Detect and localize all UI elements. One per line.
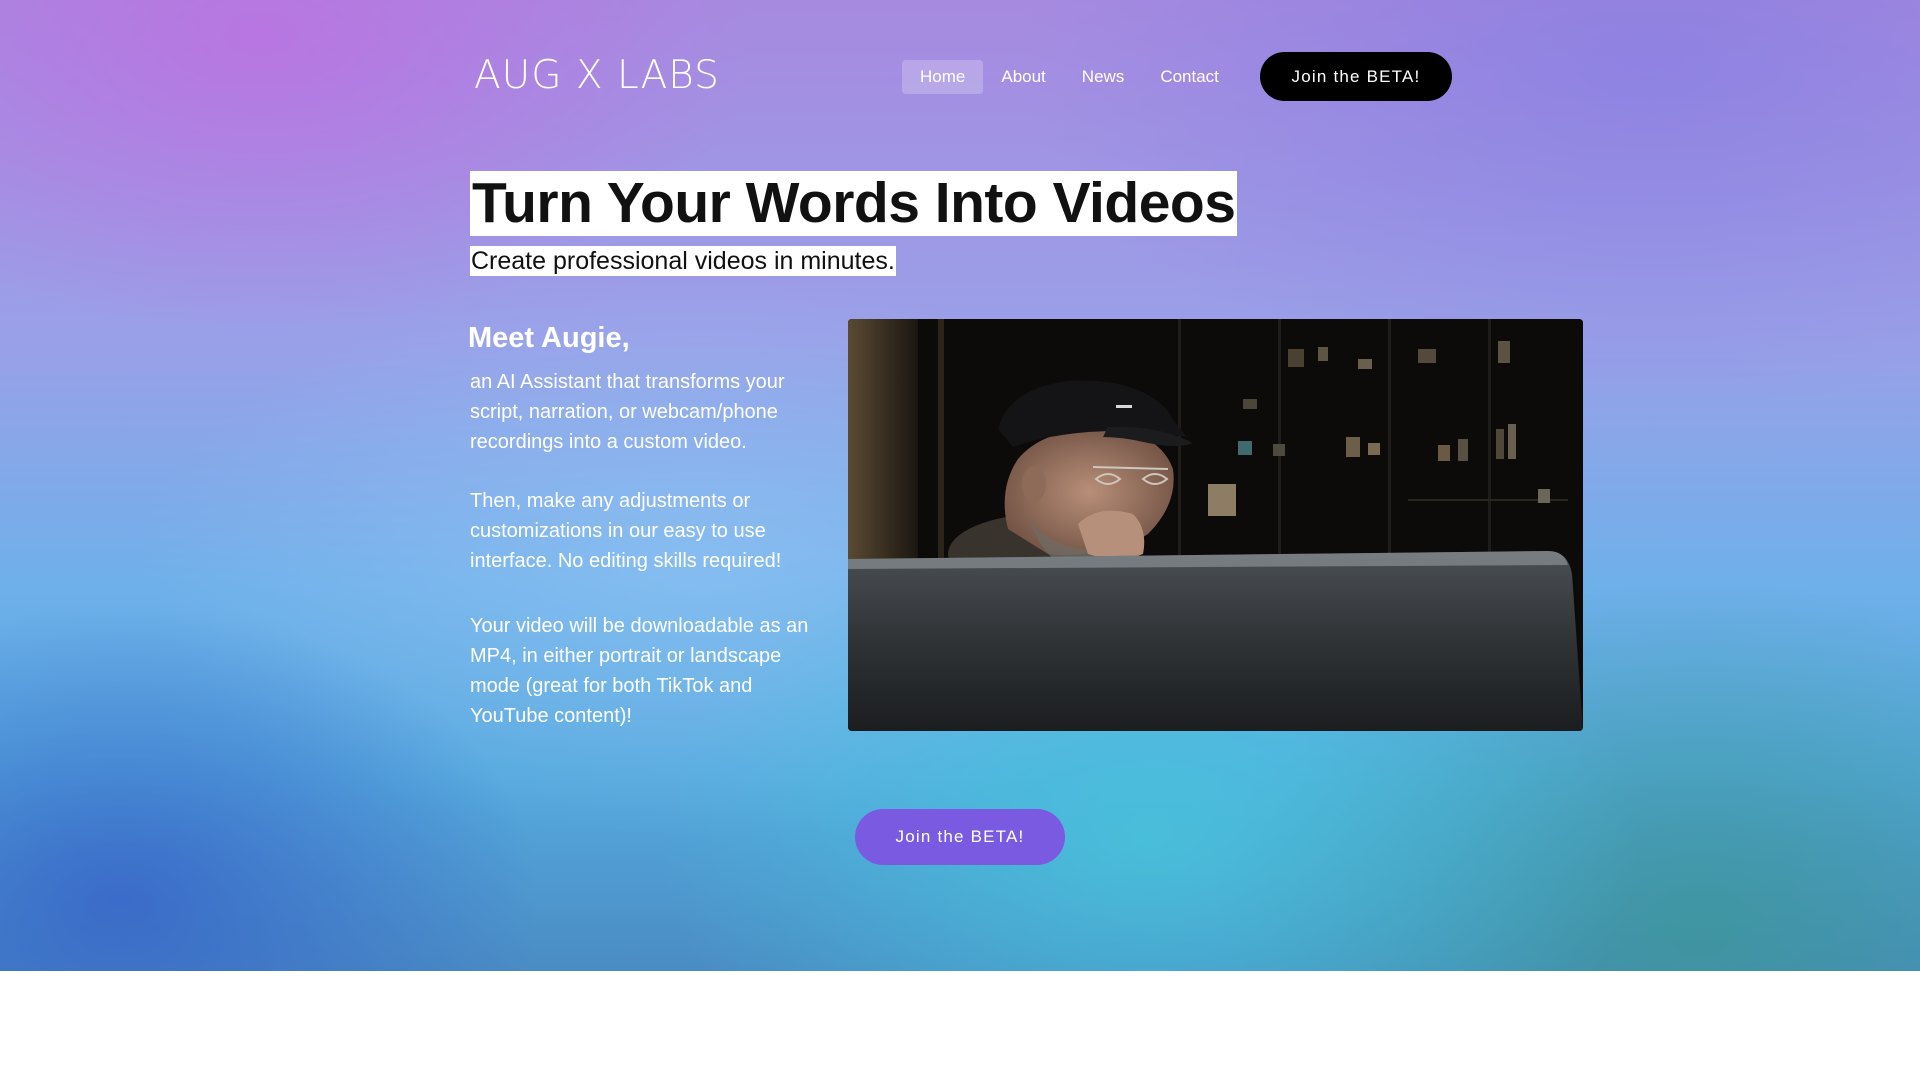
- nav-item-about[interactable]: About: [983, 60, 1063, 94]
- main-nav: Home About News Contact: [902, 60, 1237, 94]
- join-beta-button-main[interactable]: Join the BETA!: [855, 809, 1065, 865]
- hero-subheadline: Create professional videos in minutes.: [470, 246, 896, 276]
- intro-paragraph-2: Then, make any adjustments or customizat…: [470, 490, 782, 572]
- nav-item-news[interactable]: News: [1064, 60, 1143, 94]
- nav-item-home[interactable]: Home: [902, 60, 984, 94]
- brand-logo[interactable]: AUG X LABS: [474, 54, 720, 98]
- intro-title: Meet Augie,: [468, 322, 630, 354]
- demo-video[interactable]: [848, 319, 1583, 731]
- join-beta-button-header[interactable]: Join the BETA!: [1260, 52, 1452, 101]
- nav-item-contact[interactable]: Contact: [1142, 60, 1237, 94]
- intro-paragraph-3: Your video will be downloadable as an MP…: [470, 615, 809, 727]
- hero-section: AUG X LABS Home About News Contact Join …: [0, 0, 1920, 971]
- hero-headline: Turn Your Words Into Videos: [470, 171, 1238, 236]
- intro-paragraph-1: an AI Assistant that transforms your scr…: [470, 371, 785, 453]
- video-frame-image: [848, 319, 1583, 731]
